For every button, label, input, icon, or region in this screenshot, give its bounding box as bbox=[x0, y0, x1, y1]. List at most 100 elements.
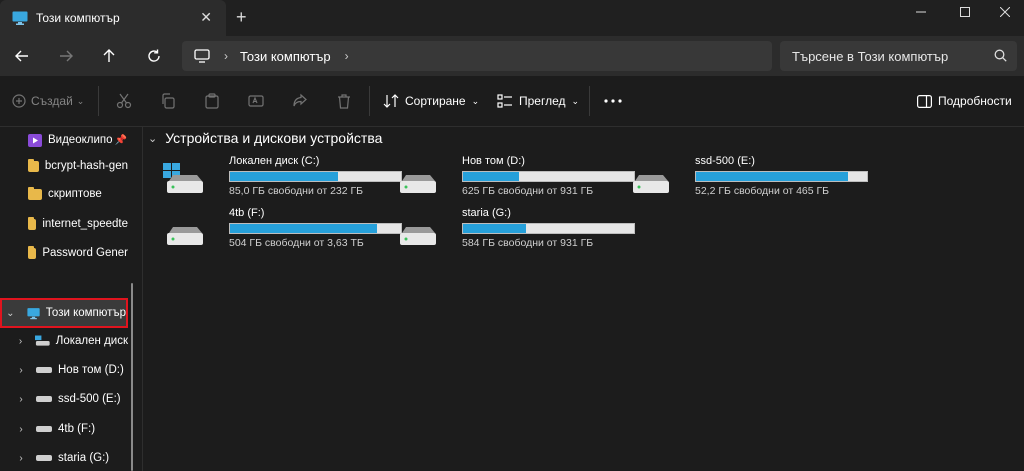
rename-icon bbox=[248, 95, 264, 107]
chevron-right-icon[interactable]: › bbox=[16, 453, 26, 464]
sidebar-item-drive-e[interactable]: › ssd-500 (E:) bbox=[0, 386, 128, 412]
chevron-down-icon[interactable]: ⌄ bbox=[148, 132, 157, 145]
chevron-right-icon[interactable]: › bbox=[16, 336, 25, 347]
paste-button[interactable] bbox=[204, 89, 220, 113]
close-tab-icon[interactable]: ✕ bbox=[200, 9, 212, 26]
drive-icon bbox=[36, 455, 52, 461]
refresh-icon[interactable] bbox=[143, 45, 165, 67]
breadcrumb-chevron-icon[interactable]: › bbox=[224, 49, 228, 63]
drive-tile-f[interactable]: 4tb (F:) 504 ГБ свободни от 3,63 ТБ bbox=[163, 207, 402, 251]
details-label: Подробности bbox=[938, 94, 1012, 108]
sidebar-item-videos[interactable]: Видеоклипо 📌 bbox=[0, 127, 128, 153]
rename-button[interactable] bbox=[248, 89, 264, 113]
sidebar-item-label: 4tb (F:) bbox=[58, 423, 96, 435]
sidebar-item-label: Този компютър bbox=[45, 307, 126, 319]
more-options-button[interactable] bbox=[604, 89, 622, 113]
title-bar: Този компютър ✕ + bbox=[0, 0, 1024, 36]
details-button[interactable]: Подробности bbox=[917, 89, 1012, 113]
sort-label: Сортиране bbox=[405, 94, 466, 108]
breadcrumb-chevron-icon[interactable]: › bbox=[345, 49, 349, 63]
content-pane: ⌄ Устройства и дискови устройства Локале… bbox=[143, 127, 1024, 471]
back-arrow-icon[interactable] bbox=[11, 45, 33, 67]
sidebar-item-label: bcrypt-hash-gen bbox=[44, 160, 128, 172]
breadcrumb-this-pc[interactable]: Този компютър bbox=[240, 49, 331, 64]
view-button[interactable]: Преглед ⌄ bbox=[497, 89, 579, 113]
sort-button[interactable]: Сортиране ⌄ bbox=[383, 89, 479, 113]
divider bbox=[98, 86, 99, 116]
drive-free-space: 584 ГБ свободни от 931 ГБ bbox=[462, 237, 594, 249]
sidebar-item-label: Нов том (D:) bbox=[58, 364, 124, 376]
chevron-down-icon: ⌄ bbox=[571, 95, 580, 106]
drive-tile-e[interactable]: ssd-500 (E:) 52,2 ГБ свободни от 465 ГБ bbox=[629, 155, 868, 199]
sidebar-item-label: internet_speedte bbox=[42, 218, 128, 230]
share-button[interactable] bbox=[292, 89, 308, 113]
drive-usage-fill bbox=[463, 172, 520, 181]
close-window-icon[interactable] bbox=[985, 0, 1024, 24]
sidebar-item-label: staria (G:) bbox=[58, 452, 110, 464]
sidebar-item-this-pc[interactable]: ⌄ Този компютър bbox=[0, 298, 128, 328]
sidebar-item-label: ssd-500 (E:) bbox=[58, 393, 121, 405]
pin-icon: 📌 bbox=[114, 134, 127, 146]
drive-usage-bar bbox=[462, 171, 635, 182]
search-box[interactable]: Търсене в Този компютър bbox=[780, 41, 1017, 71]
minimize-icon[interactable] bbox=[901, 0, 941, 24]
navigation-bar: › Този компютър › Търсене в Този компютъ… bbox=[0, 36, 1024, 76]
drive-usage-fill bbox=[230, 224, 378, 233]
drive-icon bbox=[167, 227, 203, 245]
drive-name: Локален диск (C:) bbox=[229, 155, 320, 167]
drive-usage-bar bbox=[462, 223, 635, 234]
chevron-down-icon: ⌄ bbox=[471, 95, 480, 106]
group-title: Устройства и дискови устройства bbox=[165, 130, 383, 146]
maximize-icon[interactable] bbox=[945, 0, 985, 24]
drive-tile-c[interactable]: Локален диск (C:) 85,0 ГБ свободни от 23… bbox=[163, 155, 402, 199]
share-icon bbox=[293, 93, 307, 107]
drive-icon bbox=[36, 426, 52, 432]
sidebar-item-drive-f[interactable]: › 4tb (F:) bbox=[0, 416, 128, 442]
chevron-right-icon[interactable]: › bbox=[16, 424, 26, 435]
drive-usage-fill bbox=[230, 172, 338, 181]
view-icon bbox=[497, 94, 512, 108]
drive-free-space: 504 ГБ свободни от 3,63 ТБ bbox=[229, 237, 364, 249]
sidebar-item-drive-d[interactable]: › Нов том (D:) bbox=[0, 357, 128, 383]
tab-this-pc[interactable]: Този компютър ✕ bbox=[0, 0, 226, 36]
drive-icon bbox=[400, 175, 436, 193]
search-input[interactable]: Търсене в Този компютър bbox=[792, 49, 948, 64]
sidebar-item-bcrypt-hash-gen[interactable]: bcrypt-hash-gen bbox=[0, 153, 128, 179]
new-tab-icon[interactable]: + bbox=[236, 7, 247, 28]
divider bbox=[589, 86, 590, 116]
system-drive-icon bbox=[163, 163, 203, 193]
details-pane-icon bbox=[917, 94, 932, 108]
drive-usage-fill bbox=[463, 224, 527, 233]
sidebar-item-label: Видеоклипо bbox=[48, 134, 113, 146]
clipboard-icon bbox=[205, 93, 219, 109]
chevron-down-icon[interactable]: ⌄ bbox=[6, 308, 15, 319]
drive-tile-g[interactable]: staria (G:) 584 ГБ свободни от 931 ГБ bbox=[396, 207, 635, 251]
sidebar-item-drive-g[interactable]: › staria (G:) bbox=[0, 445, 128, 471]
scissors-icon bbox=[116, 93, 132, 109]
sidebar-scrollbar[interactable] bbox=[131, 283, 133, 471]
forward-arrow-icon[interactable] bbox=[55, 45, 77, 67]
sidebar-item-internet-speedtest[interactable]: internet_speedte bbox=[0, 211, 128, 237]
drive-tile-d[interactable]: Нов том (D:) 625 ГБ свободни от 931 ГБ bbox=[396, 155, 635, 199]
chevron-right-icon[interactable]: › bbox=[16, 365, 26, 376]
sidebar-item-label: скриптове bbox=[48, 188, 102, 200]
sidebar-item-drive-c[interactable]: › Локален диск bbox=[0, 328, 128, 354]
drive-free-space: 625 ГБ свободни от 931 ГБ bbox=[462, 185, 594, 197]
more-icon bbox=[604, 99, 622, 103]
copy-button[interactable] bbox=[160, 89, 176, 113]
address-bar[interactable]: › Този компютър › bbox=[182, 41, 772, 71]
sidebar-item-password-generator[interactable]: Password Gener bbox=[0, 240, 128, 266]
drive-name: ssd-500 (E:) bbox=[695, 155, 755, 167]
drive-icon bbox=[36, 367, 52, 373]
sidebar-item-scripts[interactable]: скриптове bbox=[0, 181, 128, 207]
tab-title: Този компютър bbox=[36, 11, 120, 25]
drive-free-space: 85,0 ГБ свободни от 232 ГБ bbox=[229, 185, 364, 197]
chevron-right-icon[interactable]: › bbox=[16, 394, 26, 405]
group-header[interactable]: ⌄ Устройства и дискови устройства bbox=[148, 130, 382, 146]
create-button[interactable]: Създай ⌄ bbox=[12, 89, 84, 113]
drive-name: 4tb (F:) bbox=[229, 207, 265, 219]
delete-button[interactable] bbox=[336, 89, 352, 113]
this-pc-icon bbox=[12, 11, 28, 25]
up-arrow-icon[interactable] bbox=[98, 45, 120, 67]
cut-button[interactable] bbox=[116, 89, 132, 113]
